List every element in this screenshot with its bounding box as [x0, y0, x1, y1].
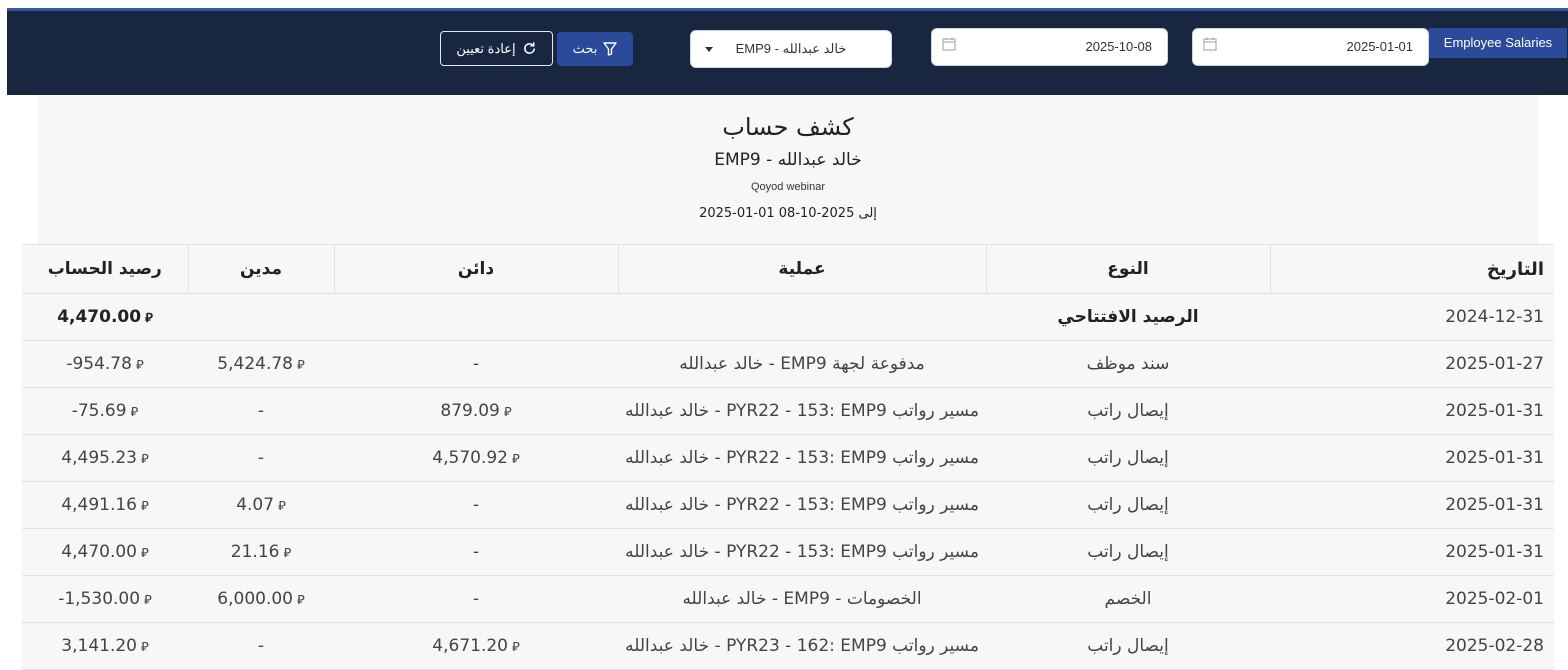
to-date-value: 2025-10-08: [1085, 39, 1153, 54]
cell-operation: الخصومات - EMP9 - خالد عبدالله: [618, 575, 986, 623]
riyal-symbol: ⃁: [140, 546, 149, 561]
cell-date: 2025-01-31: [1270, 481, 1554, 529]
cell-date: 2025-02-28: [1270, 622, 1554, 670]
riyal-symbol: ⃁: [296, 358, 305, 373]
riyal-symbol: ⃁: [503, 405, 512, 420]
company-name: Qoyod webinar: [751, 181, 825, 193]
riyal-symbol: ⃁: [140, 452, 149, 467]
calendar-icon: [942, 37, 956, 51]
cell-credit: -: [334, 528, 618, 576]
filter-icon: [603, 42, 618, 56]
cell-debit: 6,000.00 ⃁: [188, 575, 334, 623]
cell-date: 2025-01-27: [1270, 340, 1554, 388]
header-date: التاريخ: [1269, 244, 1554, 294]
statement-table: التاريخ النوع عملية دائن مدين رصيد الحسا…: [22, 244, 1554, 670]
calendar-icon: [1203, 37, 1217, 51]
cell-debit: 4.07 ⃁: [188, 481, 334, 529]
riyal-symbol: ⃁: [135, 358, 144, 373]
cell-type: إيصال راتب: [986, 481, 1270, 529]
search-button[interactable]: بحث: [557, 32, 633, 66]
cell-date: 2025-01-31: [1270, 387, 1554, 435]
report-title: كشف حساب: [722, 113, 854, 141]
cell-balance: 4,495.23 ⃁: [22, 434, 188, 482]
opening-balance: 4,470.00 ⃁: [22, 293, 188, 341]
riyal-symbol: ⃁: [145, 311, 153, 326]
cell-operation: مدفوعة لجهة EMP9 - خالد عبدالله: [618, 340, 986, 388]
employee-select[interactable]: EMP9 - خالد عبدالله: [690, 30, 892, 68]
cell-operation: مسير رواتب PYR22 - 153: EMP9 - خالد عبدا…: [618, 481, 986, 529]
cell-date: 2025-02-01: [1270, 575, 1554, 623]
riyal-symbol: ⃁: [278, 499, 286, 514]
opening-label: الرصيد الافتتاحي: [986, 293, 1270, 341]
table-row: 2025-02-01 الخصم الخصومات - EMP9 - خالد عب…: [22, 575, 1554, 623]
cell-credit: -: [334, 575, 618, 623]
cell-debit: -: [188, 434, 334, 482]
header-type: النوع: [985, 244, 1270, 294]
cell-type: إيصال راتب: [986, 528, 1270, 576]
search-button-label: بحث: [572, 41, 598, 56]
opening-date: 2024-12-31: [1270, 293, 1554, 341]
report-subtitle: EMP9 - خالد عبدالله: [714, 150, 862, 170]
opening-balance-row: 2024-12-31 الرصيد الافتتاحي 4,470.00 ⃁: [22, 293, 1554, 341]
to-date-input[interactable]: 2025-10-08: [931, 28, 1168, 66]
cell-balance: -75.69 ⃁: [22, 387, 188, 435]
cell-operation: مسير رواتب PYR22 - 153: EMP9 - خالد عبدا…: [618, 387, 986, 435]
reset-button-label: إعادة تعيين: [456, 40, 516, 56]
table-row: 2025-01-31 إيصال راتب مسير رواتب PYR22 - 1…: [22, 434, 1554, 482]
riyal-symbol: ⃁: [140, 499, 149, 514]
table-row: 2025-01-31 إيصال راتب مسير رواتب PYR22 - 1…: [22, 387, 1554, 435]
riyal-symbol: ⃁: [511, 640, 520, 655]
cell-debit: -: [188, 622, 334, 670]
reset-button[interactable]: إعادة تعيين: [440, 31, 553, 66]
cell-type: إيصال راتب: [986, 622, 1270, 670]
header-credit: دائن: [333, 244, 618, 294]
from-date-value: 2025-01-01: [1346, 39, 1414, 54]
riyal-symbol: ⃁: [283, 546, 292, 561]
table-row: 2025-01-31 إيصال راتب مسير رواتب PYR22 - 1…: [22, 481, 1554, 529]
refresh-icon: [523, 42, 535, 54]
table-header-row: التاريخ النوع عملية دائن مدين رصيد الحسا…: [22, 244, 1554, 294]
riyal-symbol: ⃁: [144, 593, 152, 608]
cell-balance: -1,530.00 ⃁: [22, 575, 188, 623]
cell-credit: 879.09 ⃁: [334, 387, 618, 435]
report-period: 2025-01-01 إلى 2025-10-08: [699, 206, 877, 221]
cell-date: 2025-01-31: [1270, 528, 1554, 576]
cell-credit: 4,570.92 ⃁: [334, 434, 618, 482]
employee-salaries-button[interactable]: Employee Salaries: [1429, 28, 1567, 58]
cell-operation: مسير رواتب PYR22 - 153: EMP9 - خالد عبدا…: [618, 434, 986, 482]
cell-credit: -: [334, 481, 618, 529]
from-date-input[interactable]: 2025-01-01: [1192, 28, 1429, 66]
cell-balance: 3,141.20 ⃁: [22, 622, 188, 670]
table-row: 2025-02-28 إيصال راتب مسير رواتب PYR23 - 1…: [22, 622, 1554, 670]
table-row: 2025-01-27 سند موظف مدفوعة لجهة EMP9 - خال…: [22, 340, 1554, 388]
riyal-symbol: ⃁: [296, 593, 305, 608]
cell-operation: مسير رواتب PYR22 - 153: EMP9 - خالد عبدا…: [618, 528, 986, 576]
employee-select-value: EMP9 - خالد عبدالله: [735, 41, 847, 56]
cell-type: إيصال راتب: [986, 387, 1270, 435]
cell-balance: -954.78 ⃁: [22, 340, 188, 388]
cell-type: سند موظف: [986, 340, 1270, 388]
cell-debit: -: [188, 387, 334, 435]
cell-type: الخصم: [986, 575, 1270, 623]
cell-operation: مسير رواتب PYR23 - 162: EMP9 - خالد عبدا…: [618, 622, 986, 670]
cell-credit: 4,671.20 ⃁: [334, 622, 618, 670]
riyal-symbol: ⃁: [130, 405, 139, 420]
cell-debit: 21.16 ⃁: [188, 528, 334, 576]
cell-credit: -: [334, 340, 618, 388]
cell-balance: 4,470.00 ⃁: [22, 528, 188, 576]
header-debit: مدين: [187, 244, 334, 294]
riyal-symbol: ⃁: [511, 452, 520, 467]
cell-debit: 5,424.78 ⃁: [188, 340, 334, 388]
cell-balance: 4,491.16 ⃁: [22, 481, 188, 529]
header-operation: عملية: [617, 244, 986, 294]
cell-date: 2025-01-31: [1270, 434, 1554, 482]
filter-bar: Employee Salaries 2025-01-01 2025-10-08 …: [7, 11, 1568, 95]
table-row: 2025-01-31 إيصال راتب مسير رواتب PYR22 - 1…: [22, 528, 1554, 576]
riyal-symbol: ⃁: [140, 640, 149, 655]
cell-type: إيصال راتب: [986, 434, 1270, 482]
header-balance: رصيد الحساب: [22, 244, 188, 294]
